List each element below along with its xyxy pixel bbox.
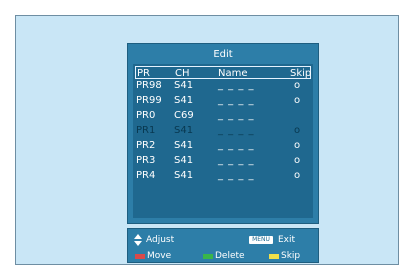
exit-label: Exit — [278, 235, 296, 245]
row-pr: PR98 — [136, 80, 162, 91]
row-ch: S41 — [174, 125, 194, 136]
row-skip: o — [294, 125, 301, 136]
row-name: _ _ _ _ — [218, 95, 255, 106]
row-ch: S41 — [174, 170, 194, 181]
channel-row[interactable]: PR0 C69 _ _ _ _ — [135, 109, 311, 122]
delete-label: Delete — [215, 251, 245, 261]
tv-screen: Edit PR CH Name Skip PR98 S41 _ _ _ _ o … — [15, 15, 399, 265]
yellow-key-icon — [269, 254, 279, 259]
row-ch: S41 — [174, 80, 194, 91]
row-skip: o — [294, 95, 301, 106]
header-row: PR CH Name Skip — [135, 66, 311, 79]
row-name: _ _ _ _ — [218, 125, 255, 136]
row-ch: S41 — [174, 140, 194, 151]
row-name: _ _ _ _ — [218, 155, 255, 166]
row-ch: S41 — [174, 155, 194, 166]
row-name: _ _ _ _ — [218, 110, 255, 121]
row-pr: PR3 — [136, 155, 156, 166]
row-pr: PR99 — [136, 95, 162, 106]
row-skip: o — [294, 155, 301, 166]
row-ch: C69 — [174, 110, 194, 121]
row-skip: o — [294, 140, 301, 151]
channel-row[interactable]: PR98 S41 _ _ _ _ o — [135, 79, 311, 92]
row-pr: PR1 — [136, 125, 156, 136]
row-pr: PR2 — [136, 140, 156, 151]
move-label: Move — [147, 251, 172, 261]
channel-list: PR CH Name Skip PR98 S41 _ _ _ _ o PR99 … — [133, 64, 313, 218]
channel-row[interactable]: PR99 S41 _ _ _ _ o — [135, 94, 311, 107]
footer-panel: Adjust MENU Exit Move Delete Skip — [127, 228, 319, 263]
adjust-label: Adjust — [146, 235, 175, 245]
panel-title: Edit — [213, 49, 233, 60]
row-pr: PR4 — [136, 170, 156, 181]
page: { "edit_panel": { "title": "Edit", "head… — [0, 0, 417, 267]
up-down-arrow-icon — [134, 234, 142, 246]
row-name: _ _ _ _ — [218, 80, 255, 91]
menu-key-badge: MENU — [249, 236, 273, 244]
row-name: _ _ _ _ — [218, 140, 255, 151]
row-name: _ _ _ _ — [218, 170, 255, 181]
channel-row-selected[interactable]: PR1 S41 _ _ _ _ o — [135, 124, 311, 137]
channel-row[interactable]: PR2 S41 _ _ _ _ o — [135, 139, 311, 152]
edit-panel: Edit PR CH Name Skip PR98 S41 _ _ _ _ o … — [127, 43, 319, 224]
row-ch: S41 — [174, 95, 194, 106]
green-key-icon — [203, 254, 213, 259]
row-skip: o — [294, 80, 301, 91]
row-pr: PR0 — [136, 110, 156, 121]
channel-row[interactable]: PR4 S41 _ _ _ _ o — [135, 169, 311, 182]
row-skip: o — [294, 170, 301, 181]
channel-row[interactable]: PR3 S41 _ _ _ _ o — [135, 154, 311, 167]
red-key-icon — [135, 254, 145, 259]
skip-label: Skip — [281, 251, 301, 261]
